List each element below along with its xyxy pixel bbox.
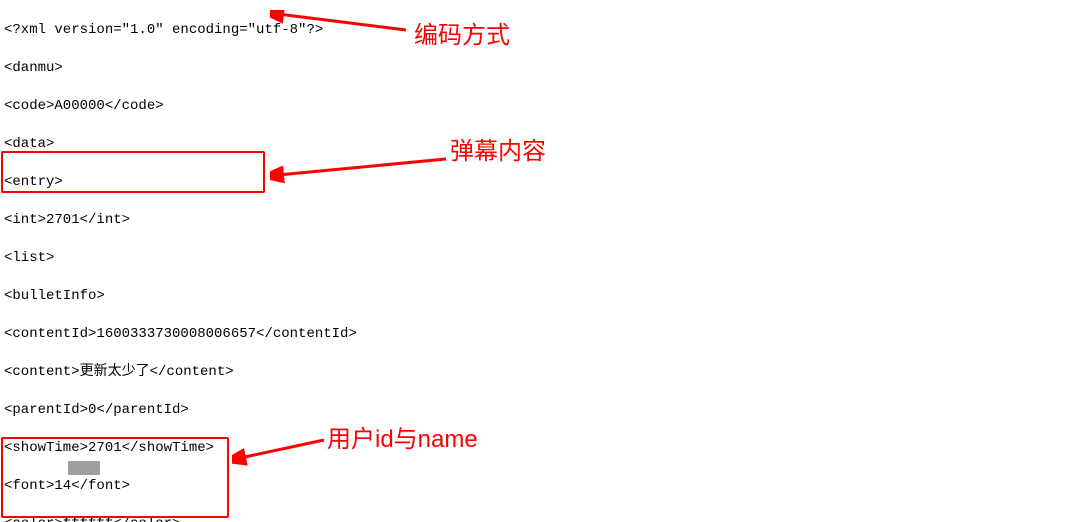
arrow-userid-name-icon (232, 436, 328, 466)
label-userid-and-name: 用户id与name (327, 428, 478, 452)
label-danmaku-content: 弹幕内容 (450, 140, 546, 164)
code-line: <parentId>0</parentId> (4, 401, 1063, 420)
code-line: <list> (4, 249, 1063, 268)
arrow-danmaku-content-icon (270, 155, 450, 185)
code-line: <code>A00000</code> (4, 97, 1063, 116)
code-line: <contentId>1600333730008006657</contentI… (4, 325, 1063, 344)
highlight-box-userinfo (1, 437, 229, 518)
code-line: <content>更新太少了</content> (4, 363, 1063, 382)
code-line: <int>2701</int> (4, 211, 1063, 230)
highlight-box-content (1, 151, 265, 193)
code-line: <?xml version="1.0" encoding="utf-8"?> (4, 21, 1063, 40)
label-encoding: 编码方式 (414, 24, 510, 48)
code-line: <bulletInfo> (4, 287, 1063, 306)
code-line: <danmu> (4, 59, 1063, 78)
arrow-encoding-icon (270, 10, 410, 38)
